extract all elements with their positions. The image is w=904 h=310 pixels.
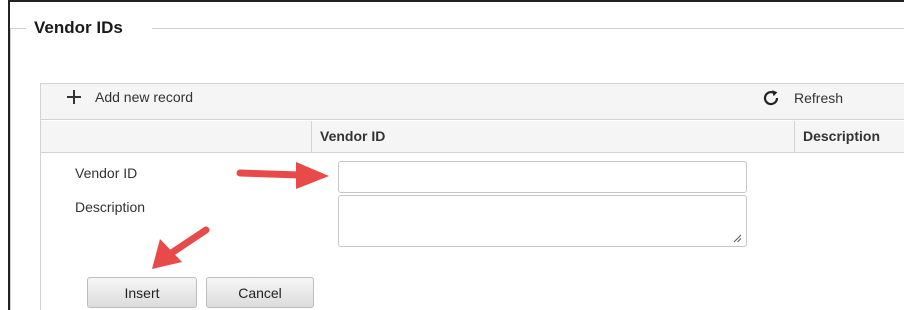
- refresh-label: Refresh: [794, 90, 844, 106]
- fieldset-border-left: [10, 28, 26, 29]
- cancel-button[interactable]: Cancel: [206, 277, 314, 308]
- refresh-button[interactable]: Refresh: [762, 89, 843, 107]
- resize-grip-icon[interactable]: [733, 234, 742, 243]
- description-textarea[interactable]: [338, 195, 747, 247]
- description-label: Description: [75, 199, 146, 215]
- window-frame-top: [8, 0, 904, 2]
- add-new-record-label: Add new record: [95, 89, 194, 105]
- column-header-vendor-id[interactable]: Vendor ID: [312, 121, 795, 152]
- insert-button[interactable]: Insert: [87, 277, 197, 308]
- fieldset-border-side: [10, 28, 11, 310]
- vendor-id-label: Vendor ID: [75, 165, 138, 181]
- vendor-id-input[interactable]: [338, 161, 747, 193]
- add-new-record-button[interactable]: Add new record: [67, 89, 193, 105]
- refresh-icon: [763, 90, 779, 106]
- fieldset-border-right: [152, 28, 904, 29]
- column-header-description[interactable]: Description: [795, 121, 904, 152]
- column-header-blank: [41, 121, 312, 152]
- grid-header: Vendor ID Description: [41, 121, 904, 153]
- fieldset-legend: Vendor IDs: [34, 18, 123, 37]
- grid-toolbar: Add new record Refresh: [41, 84, 904, 120]
- plus-icon: [67, 90, 81, 104]
